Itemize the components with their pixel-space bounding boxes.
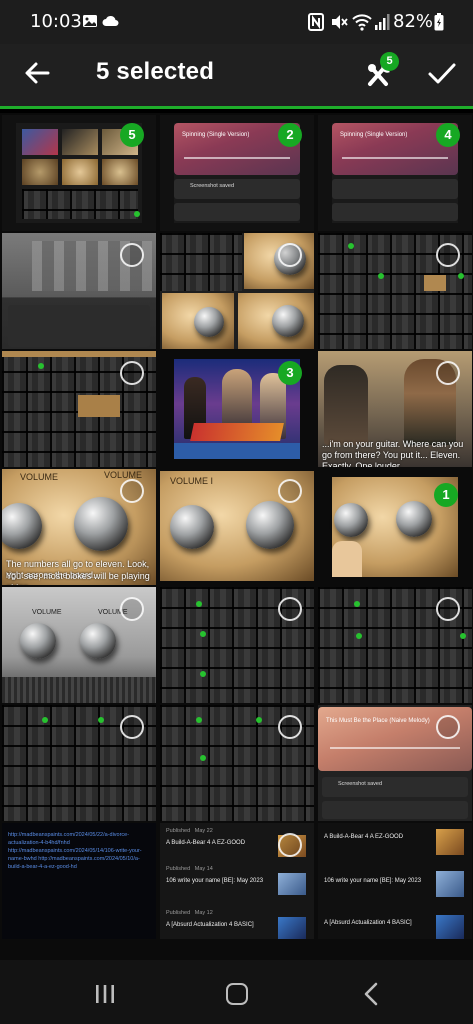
cloud-icon <box>102 15 119 26</box>
nfc-icon <box>308 13 324 31</box>
battery-percent: 82% <box>393 11 434 32</box>
media-grid: 5 Spinning (Single Version) Screenshot s… <box>0 113 473 960</box>
music-title: This Must Be the Place (Naive Melody) <box>326 718 430 724</box>
media-tile[interactable]: VOLUME I <box>160 469 314 585</box>
media-tile[interactable]: ...i'm on your guitar. Where can you go … <box>318 351 472 467</box>
media-tile[interactable]: This Must Be the Place (Naive Melody) Sc… <box>318 705 472 821</box>
home-icon[interactable] <box>226 983 248 1005</box>
check-icon[interactable] <box>424 56 460 92</box>
media-tile[interactable]: Spinning (Single Version) Screenshot sav… <box>160 115 314 231</box>
media-tile[interactable] <box>318 587 472 703</box>
doc-item-title: A [Absurd Actualization 4 BASIC] <box>166 922 254 928</box>
notification-title: Screenshot saved <box>190 183 235 189</box>
notification-title: Screenshot saved <box>338 781 383 787</box>
media-tile[interactable] <box>160 705 314 821</box>
selection-order-badge: 2 <box>278 123 302 147</box>
amp-label: VOLUME I <box>170 476 214 486</box>
selection-order-badge: 3 <box>278 361 302 385</box>
select-circle[interactable] <box>120 715 144 739</box>
app-bar-divider <box>0 106 473 109</box>
media-tile[interactable]: Spinning (Single Version) 4 <box>318 115 472 231</box>
media-tile[interactable] <box>2 233 156 349</box>
status-bar: 10:03 82% <box>0 0 473 44</box>
nav-back-icon[interactable] <box>362 982 380 1006</box>
links-text: http://madbeanspaints.com/2024/05/22/a-d… <box>8 832 142 870</box>
select-circle[interactable] <box>436 715 460 739</box>
published-label: Published May 14 <box>166 866 213 872</box>
media-tile[interactable]: 1 <box>318 469 472 585</box>
mute-icon <box>332 15 348 29</box>
media-tile[interactable] <box>2 705 156 821</box>
notification-card: Screenshot saved <box>174 179 300 199</box>
amp-label: VOLUME <box>20 472 59 482</box>
media-tile[interactable]: 3 <box>160 351 314 467</box>
select-circle[interactable] <box>436 243 460 267</box>
media-tile[interactable]: VOLUME VOLUME <box>2 587 156 703</box>
doc-item-title: 106 write your name [BE]: May 2023 <box>166 878 264 884</box>
image-icon <box>83 15 97 27</box>
selection-order-badge: 4 <box>436 123 460 147</box>
status-time: 10:03 <box>30 11 82 32</box>
music-title: Spinning (Single Version) <box>182 132 250 138</box>
select-circle[interactable] <box>278 715 302 739</box>
selection-order-badge: 1 <box>434 483 458 507</box>
select-circle[interactable] <box>436 361 460 385</box>
app-bar <box>0 44 473 106</box>
tools-badge: 5 <box>380 52 399 71</box>
select-circle[interactable] <box>120 479 144 503</box>
media-tile[interactable]: Published May 22 A Build-A-Bear 4 A EZ-G… <box>160 823 314 939</box>
doc-item-title: A Build-A-Bear 4 A EZ-GOOD <box>166 840 246 846</box>
media-tile[interactable] <box>160 587 314 703</box>
battery-icon <box>434 13 444 31</box>
music-title: Spinning (Single Version) <box>340 132 408 138</box>
signal-icon <box>375 14 390 30</box>
doc-item-title: 106 write your name [BE]: May 2023 <box>324 878 422 884</box>
select-circle[interactable] <box>278 597 302 621</box>
amp-label: VOLUME <box>104 470 143 480</box>
published-label: Published May 12 <box>166 910 213 916</box>
media-tile[interactable]: 5 <box>2 115 156 231</box>
doc-item-title: A [Absurd Actualization 4 BASIC] <box>324 920 412 926</box>
wifi-icon <box>352 14 372 31</box>
selection-order-badge: 5 <box>120 123 144 147</box>
media-tile[interactable]: http://madbeanspaints.com/2024/05/22/a-d… <box>2 823 156 939</box>
select-circle[interactable] <box>120 597 144 621</box>
select-circle[interactable] <box>278 243 302 267</box>
movie-subtitle: ...i'm on your guitar. Where can you go … <box>322 439 464 467</box>
amp-label: VOLUME <box>32 609 62 616</box>
select-circle[interactable] <box>120 243 144 267</box>
recents-icon[interactable] <box>94 984 116 1004</box>
doc-item-title: A Build-A-Bear 4 A EZ-GOOD <box>324 834 404 840</box>
select-circle[interactable] <box>278 479 302 503</box>
select-circle[interactable] <box>120 361 144 385</box>
media-tile[interactable]: VOLUME VOLUME The numbers all go to elev… <box>2 469 156 585</box>
arrow-left-icon[interactable] <box>20 56 54 90</box>
amp-subtitle: You see, most blokes will be playing at … <box>6 571 150 585</box>
published-label: Published May 22 <box>166 828 213 834</box>
media-tile[interactable] <box>160 233 314 349</box>
select-circle[interactable] <box>436 597 460 621</box>
select-circle[interactable] <box>278 833 302 857</box>
media-tile[interactable] <box>318 233 472 349</box>
media-tile[interactable] <box>2 351 156 467</box>
page-title: 5 selected <box>96 58 215 85</box>
media-tile[interactable]: A Build-A-Bear 4 A EZ-GOOD 106 write you… <box>318 823 472 939</box>
